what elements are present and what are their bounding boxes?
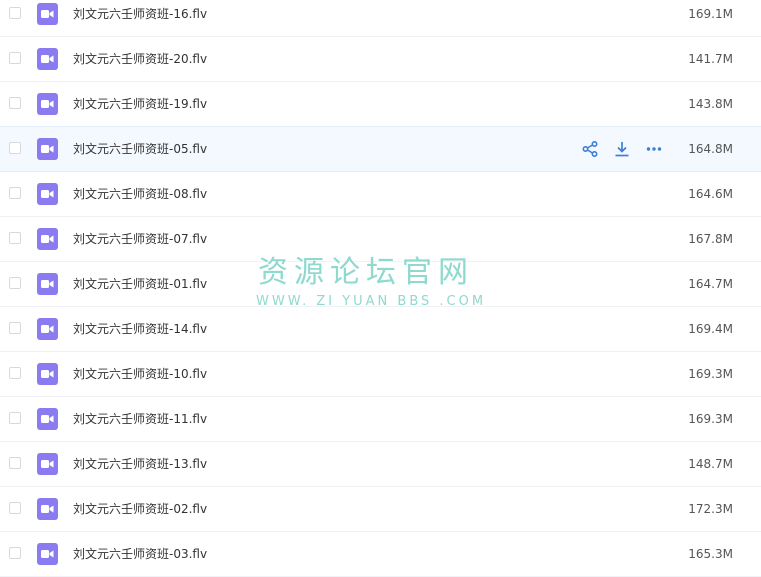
video-file-icon bbox=[37, 408, 58, 430]
row-checkbox[interactable] bbox=[9, 7, 21, 19]
file-name[interactable]: 刘文元六壬师资班-08.flv bbox=[73, 172, 207, 216]
file-size: 165.3M bbox=[688, 547, 733, 561]
row-checkbox[interactable] bbox=[9, 277, 21, 289]
file-size: 172.3M bbox=[688, 502, 733, 516]
file-row[interactable]: 刘文元六壬师资班-19.flv 143.8M bbox=[0, 82, 761, 127]
more-icon[interactable] bbox=[645, 140, 663, 158]
file-size: 148.7M bbox=[688, 457, 733, 471]
file-name[interactable]: 刘文元六壬师资班-13.flv bbox=[73, 442, 207, 486]
file-row[interactable]: 刘文元六壬师资班-08.flv 164.6M bbox=[0, 172, 761, 217]
row-checkbox[interactable] bbox=[9, 412, 21, 424]
file-row[interactable]: 刘文元六壬师资班-01.flv 164.7M bbox=[0, 262, 761, 307]
file-size: 169.1M bbox=[688, 7, 733, 21]
share-icon[interactable] bbox=[581, 140, 599, 158]
file-name[interactable]: 刘文元六壬师资班-16.flv bbox=[73, 0, 207, 36]
row-checkbox[interactable] bbox=[9, 367, 21, 379]
row-checkbox[interactable] bbox=[9, 457, 21, 469]
file-name[interactable]: 刘文元六壬师资班-05.flv bbox=[73, 127, 207, 171]
file-row[interactable]: 刘文元六壬师资班-20.flv 141.7M bbox=[0, 37, 761, 82]
file-name[interactable]: 刘文元六壬师资班-02.flv bbox=[73, 487, 207, 531]
video-file-icon bbox=[37, 543, 58, 565]
video-file-icon bbox=[37, 273, 58, 295]
file-list: 刘文元六壬师资班-16.flv 169.1M 刘文元六壬师资班-20.flv 141.… bbox=[0, 0, 761, 577]
file-name[interactable]: 刘文元六壬师资班-20.flv bbox=[73, 37, 207, 81]
file-size: 143.8M bbox=[688, 97, 733, 111]
row-checkbox[interactable] bbox=[9, 52, 21, 64]
video-file-icon bbox=[37, 93, 58, 115]
file-size: 169.3M bbox=[688, 367, 733, 381]
video-file-icon bbox=[37, 3, 58, 25]
video-file-icon bbox=[37, 48, 58, 70]
video-file-icon bbox=[37, 138, 58, 160]
video-file-icon bbox=[37, 498, 58, 520]
file-size: 169.3M bbox=[688, 412, 733, 426]
download-icon[interactable] bbox=[613, 140, 631, 158]
file-size: 141.7M bbox=[688, 52, 733, 66]
file-name[interactable]: 刘文元六壬师资班-14.flv bbox=[73, 307, 207, 351]
video-file-icon bbox=[37, 318, 58, 340]
file-size: 164.7M bbox=[688, 277, 733, 291]
file-row[interactable]: 刘文元六壬师资班-02.flv 172.3M bbox=[0, 487, 761, 532]
video-file-icon bbox=[37, 228, 58, 250]
file-name[interactable]: 刘文元六壬师资班-07.flv bbox=[73, 217, 207, 261]
video-file-icon bbox=[37, 183, 58, 205]
video-file-icon bbox=[37, 453, 58, 475]
file-row[interactable]: 刘文元六壬师资班-13.flv 148.7M bbox=[0, 442, 761, 487]
file-row[interactable]: 刘文元六壬师资班-03.flv 165.3M bbox=[0, 532, 761, 577]
row-checkbox[interactable] bbox=[9, 187, 21, 199]
file-row[interactable]: 刘文元六壬师资班-11.flv 169.3M bbox=[0, 397, 761, 442]
row-checkbox[interactable] bbox=[9, 97, 21, 109]
file-row[interactable]: 刘文元六壬师资班-07.flv 167.8M bbox=[0, 217, 761, 262]
file-row[interactable]: 刘文元六壬师资班-05.flv 164.8M bbox=[0, 126, 761, 172]
file-size: 169.4M bbox=[688, 322, 733, 336]
file-name[interactable]: 刘文元六壬师资班-10.flv bbox=[73, 352, 207, 396]
file-row[interactable]: 刘文元六壬师资班-16.flv 169.1M bbox=[0, 0, 761, 37]
file-row[interactable]: 刘文元六壬师资班-14.flv 169.4M bbox=[0, 307, 761, 352]
row-checkbox[interactable] bbox=[9, 232, 21, 244]
file-row[interactable]: 刘文元六壬师资班-10.flv 169.3M bbox=[0, 352, 761, 397]
file-name[interactable]: 刘文元六壬师资班-01.flv bbox=[73, 262, 207, 306]
row-checkbox[interactable] bbox=[9, 502, 21, 514]
row-checkbox[interactable] bbox=[9, 547, 21, 559]
file-name[interactable]: 刘文元六壬师资班-11.flv bbox=[73, 397, 207, 441]
file-size: 164.8M bbox=[688, 142, 733, 156]
file-name[interactable]: 刘文元六壬师资班-19.flv bbox=[73, 82, 207, 126]
video-file-icon bbox=[37, 363, 58, 385]
row-checkbox[interactable] bbox=[9, 142, 21, 154]
file-size: 164.6M bbox=[688, 187, 733, 201]
file-name[interactable]: 刘文元六壬师资班-03.flv bbox=[73, 532, 207, 576]
row-checkbox[interactable] bbox=[9, 322, 21, 334]
file-size: 167.8M bbox=[688, 232, 733, 246]
